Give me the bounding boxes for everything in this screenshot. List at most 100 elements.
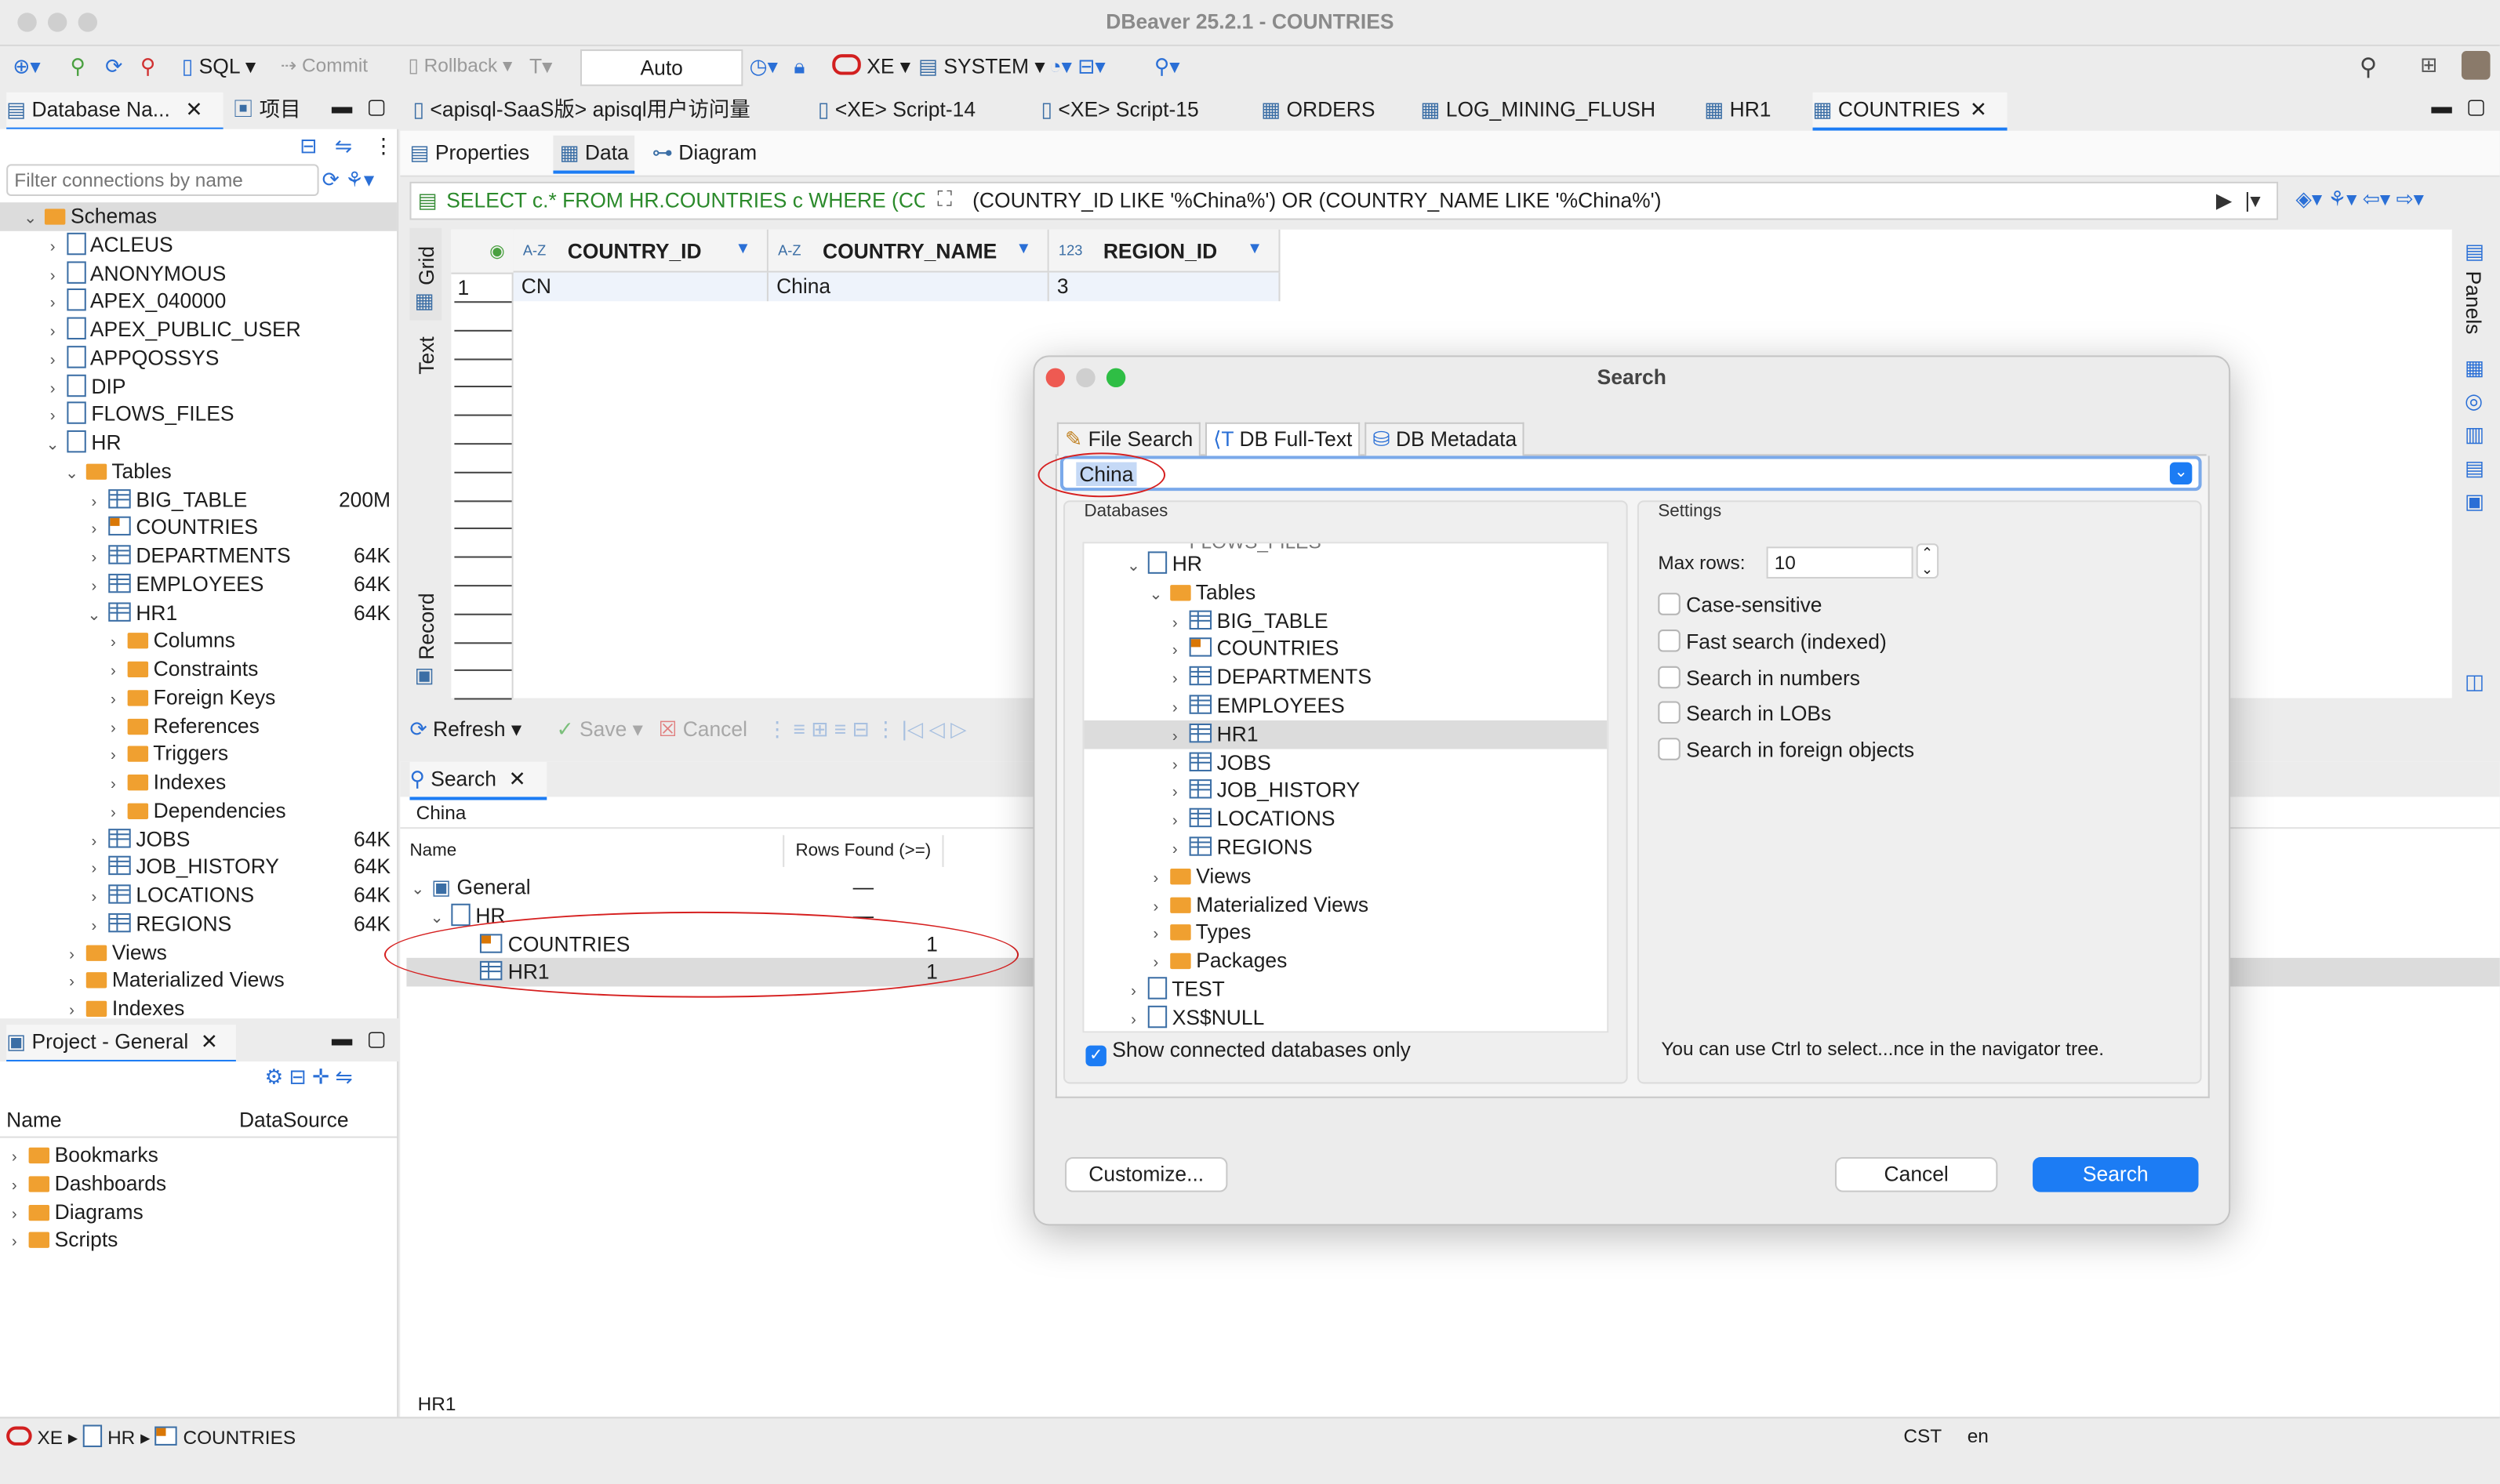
link-editor-icon[interactable]: ⇋ (335, 134, 352, 160)
chevron-down-icon[interactable]: ⌄ (64, 460, 79, 489)
tree-table-jobs[interactable]: › JOBS 64K (86, 825, 397, 854)
search-result-general[interactable]: ⌄ ▣ General — (409, 873, 968, 902)
editor-tab-0[interactable]: ▯ <apisql-SaaS版> apisql用户访问量 (413, 93, 805, 128)
dialog-tree-views[interactable]: › Views (1148, 862, 1608, 891)
tab-grid[interactable]: Grid ▦ (409, 227, 442, 321)
chevron-down-icon[interactable]: ⌄ (45, 432, 60, 461)
minimize-icon[interactable]: ▬ (2431, 94, 2451, 118)
chevron-right-icon[interactable]: › (1167, 724, 1183, 753)
select-all-icon[interactable]: ◉ (489, 241, 505, 261)
chevron-right-icon[interactable]: › (1148, 865, 1164, 894)
tree-hr1-triggers[interactable]: › Triggers (105, 740, 397, 769)
tree-table-big-table[interactable]: › BIG_TABLE 200M (86, 485, 397, 514)
project-item-bookmarks[interactable]: › Bookmarks (6, 1141, 397, 1170)
history-icon[interactable]: ◷▾ (750, 54, 778, 80)
tab-file-search[interactable]: ✎ File Search (1056, 422, 1201, 456)
minimize-icon[interactable]: ▬ (332, 94, 352, 118)
chevron-right-icon[interactable]: › (1148, 894, 1164, 923)
tree-hr1-dependencies[interactable]: › Dependencies (105, 796, 397, 825)
sort-icon[interactable]: ▼ (1247, 241, 1263, 258)
chevron-right-icon[interactable]: › (1167, 638, 1183, 667)
close-icon[interactable]: ✕ (201, 1029, 218, 1053)
filter-toolbar-icons[interactable]: ◈▾ ⚘▾ ⇦▾ ⇨▾ (2296, 187, 2424, 212)
dialog-tree-locations[interactable]: › LOCATIONS (1167, 805, 1607, 834)
tab-text[interactable]: Text (409, 327, 441, 407)
dialog-tree-departments[interactable]: › DEPARTMENTS (1167, 663, 1607, 692)
cancel-edit-button[interactable]: ☒ Cancel (659, 717, 747, 743)
dialog-tree-tables[interactable]: ⌄ Tables (1148, 579, 1608, 608)
option-checkbox-fast-search-indexed-[interactable]: Fast search (indexed) (1658, 628, 1887, 657)
active-connection-combo[interactable]: XE ▾ (832, 54, 910, 80)
lock-icon[interactable]: 🔒︎ (794, 54, 805, 80)
chevron-right-icon[interactable]: › (1167, 610, 1183, 639)
sql-editor-button[interactable]: ▯ SQL ▾ (182, 54, 256, 80)
editor-tab-6[interactable]: ▦ COUNTRIES ✕ (1812, 92, 2008, 131)
grid-cell[interactable]: CN (513, 272, 769, 302)
dialog-tree-packages[interactable]: › Packages (1148, 947, 1608, 976)
chevron-down-icon[interactable]: ⌄ (1148, 582, 1164, 611)
tab-properties[interactable]: ▤ Properties (409, 136, 529, 171)
tree-schema-flows-files[interactable]: › FLOWS_FILES (45, 401, 397, 430)
row-number[interactable]: 1 (457, 276, 469, 299)
sql-query-text[interactable]: SELECT c.* FROM HR.COUNTRIES c WHERE (CO… (446, 188, 925, 212)
dialog-tree-xs-null[interactable]: › XS$NULL (1125, 1003, 1607, 1031)
chevron-right-icon[interactable]: › (1148, 950, 1164, 979)
filter-condition-input[interactable]: (COUNTRY_ID LIKE '%China%') OR (COUNTRY_… (972, 188, 1661, 212)
project-item-dashboards[interactable]: › Dashboards (6, 1170, 397, 1199)
perspective-icon[interactable]: ⊞ (2420, 53, 2437, 78)
dialog-tree-test[interactable]: › TEST (1125, 975, 1607, 1004)
chevron-right-icon[interactable]: › (1167, 780, 1183, 809)
chevron-right-icon[interactable]: › (1125, 1007, 1141, 1031)
chevron-down-icon[interactable]: ⌄ (22, 205, 38, 234)
column-header-country_id[interactable]: A-Z COUNTRY_ID ▼ (513, 229, 769, 273)
tree-schema-anonymous[interactable]: › ANONYMOUS (45, 259, 397, 288)
editor-tab-1[interactable]: ▯ <XE> Script-14 (818, 93, 1031, 128)
row-edit-icons[interactable]: ⋮ ≡ ⊞ ≡ ⊟ ⋮ |◁ ◁ ▷ (767, 717, 967, 743)
tab-db-metadata[interactable]: ⛁ DB Metadata (1364, 422, 1525, 456)
chevron-down-icon[interactable]: ⌄ (1125, 553, 1141, 582)
reconnect-icon[interactable]: ⟳ (105, 54, 122, 80)
chevron-down-icon[interactable]: ⌄ (409, 876, 425, 905)
max-rows-input[interactable]: 10 (1766, 546, 1913, 579)
chevron-right-icon[interactable]: › (1148, 922, 1164, 951)
maximize-icon[interactable]: ▢ (367, 94, 387, 120)
dialog-tree-big-table[interactable]: › BIG_TABLE (1167, 607, 1607, 636)
search-button[interactable]: Search (2033, 1156, 2199, 1192)
tab-project[interactable]: ▣ 项目 (233, 93, 301, 128)
tree-hr1-indexes[interactable]: › Indexes (105, 768, 397, 797)
layout-icon[interactable]: ◫ (2465, 669, 2484, 695)
view-menu-icon[interactable]: ⋮ (373, 134, 394, 160)
close-icon[interactable]: ✕ (185, 97, 202, 121)
tree-schema-acleus[interactable]: › ACLEUS (45, 230, 397, 259)
tab-data[interactable]: ▦ Data (553, 135, 635, 174)
grid-cell[interactable]: 3 (1048, 272, 1281, 302)
project-toolbar-icons[interactable]: ⚙ ⊟ ✛ ⇋ (264, 1065, 352, 1090)
collapse-all-icon[interactable]: ⊟ (300, 134, 317, 160)
chevron-right-icon[interactable]: › (1167, 752, 1183, 781)
tree-schema-apex-040000[interactable]: › APEX_040000 (45, 287, 397, 316)
new-connection-icon[interactable]: ⊕▾ (13, 54, 40, 80)
tree-hr1-constraints[interactable]: › Constraints (105, 655, 397, 684)
tree-schema-appqossys[interactable]: › APPQOSSYS (45, 344, 397, 373)
chevron-right-icon[interactable]: › (64, 998, 79, 1018)
tab-db-full-text[interactable]: ⟨T DB Full-Text (1205, 422, 1361, 458)
dashboard-icon[interactable]: ◔▾ ⊟▾ (1049, 54, 1106, 80)
tree-schemas[interactable]: ⌄ Schemas (0, 202, 398, 234)
user-avatar[interactable] (2461, 51, 2491, 80)
tree-table-job-history[interactable]: › JOB_HISTORY 64K (86, 853, 397, 882)
editor-tab-3[interactable]: ▦ ORDERS (1261, 93, 1411, 128)
chevron-right-icon[interactable]: › (6, 1229, 22, 1258)
dialog-tree-regions[interactable]: › REGIONS (1167, 833, 1607, 862)
tree-indexes[interactable]: › Indexes (64, 995, 397, 1018)
tree-views[interactable]: › Views (64, 938, 397, 967)
transaction-mode-combo[interactable]: Auto (580, 49, 743, 86)
search-toolbar-icon[interactable]: ⚲▾ (1154, 54, 1180, 80)
dialog-tree-hr1[interactable]: › HR1 (1084, 720, 1608, 749)
tree-table-employees[interactable]: › EMPLOYEES 64K (86, 570, 397, 599)
option-checkbox-search-in-numbers[interactable]: Search in numbers (1658, 664, 1860, 693)
tree-table-regions[interactable]: › REGIONS 64K (86, 909, 397, 938)
dialog-tree-employees[interactable]: › EMPLOYEES (1167, 691, 1607, 720)
tree-table-departments[interactable]: › DEPARTMENTS 64K (86, 542, 397, 571)
filter-settings-icon[interactable]: ⟳ ⚘▾ (322, 167, 374, 193)
max-rows-stepper-icon[interactable]: ⌃ ⌄ (1916, 543, 1939, 579)
